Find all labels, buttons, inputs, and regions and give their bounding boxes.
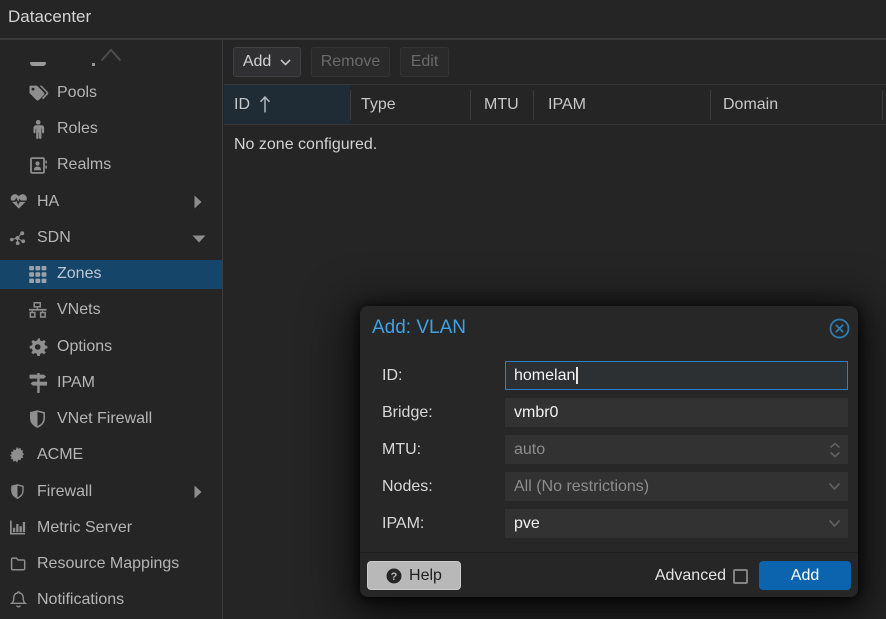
svg-text:?: ? (391, 571, 398, 583)
